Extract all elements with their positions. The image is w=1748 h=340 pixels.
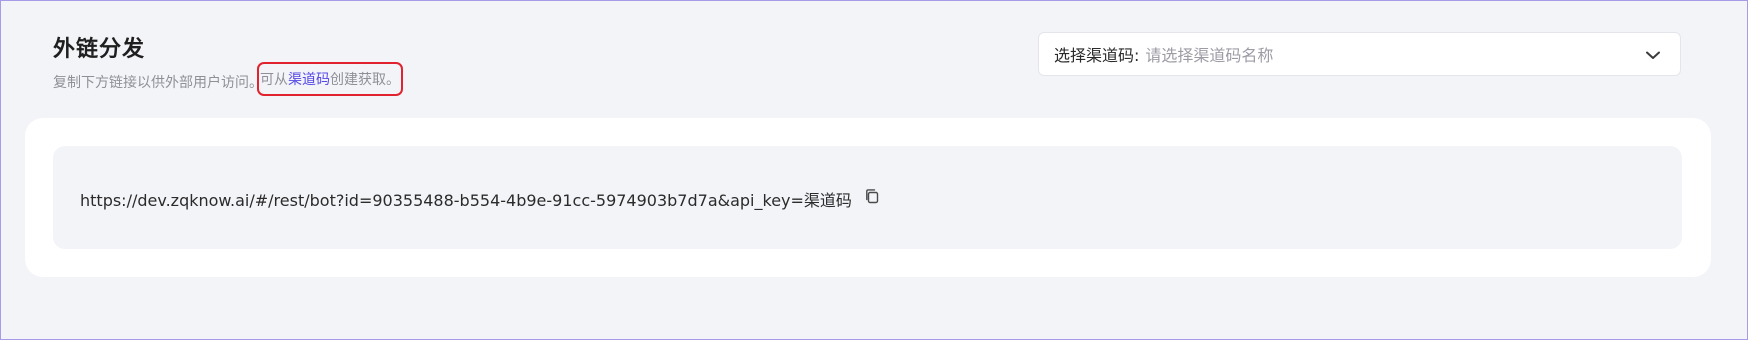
- page-frame: 外链分发 复制下方链接以供外部用户访问。 可从 渠道码 创建获取。 选择渠道码:…: [0, 0, 1748, 340]
- link-panel: https://dev.zqknow.ai/#/rest/bot?id=9035…: [53, 146, 1682, 249]
- page-title: 外链分发: [53, 37, 146, 62]
- hint-suffix: 创建获取。: [330, 72, 400, 88]
- page-subtitle: 复制下方链接以供外部用户访问。: [53, 75, 263, 91]
- channel-code-select[interactable]: 选择渠道码: 请选择渠道码名称: [1038, 32, 1681, 76]
- hint-prefix: 可从: [260, 72, 288, 88]
- copy-icon[interactable]: [864, 188, 881, 205]
- link-card: https://dev.zqknow.ai/#/rest/bot?id=9035…: [25, 118, 1711, 277]
- channel-code-link[interactable]: 渠道码: [288, 69, 330, 89]
- share-link-url: https://dev.zqknow.ai/#/rest/bot?id=9035…: [80, 191, 852, 210]
- channel-code-hint: 可从 渠道码 创建获取。: [257, 62, 403, 96]
- channel-code-select-placeholder: 请选择渠道码名称: [1145, 46, 1274, 65]
- channel-code-select-label: 选择渠道码:: [1054, 46, 1140, 65]
- chevron-down-icon[interactable]: [1644, 46, 1662, 64]
